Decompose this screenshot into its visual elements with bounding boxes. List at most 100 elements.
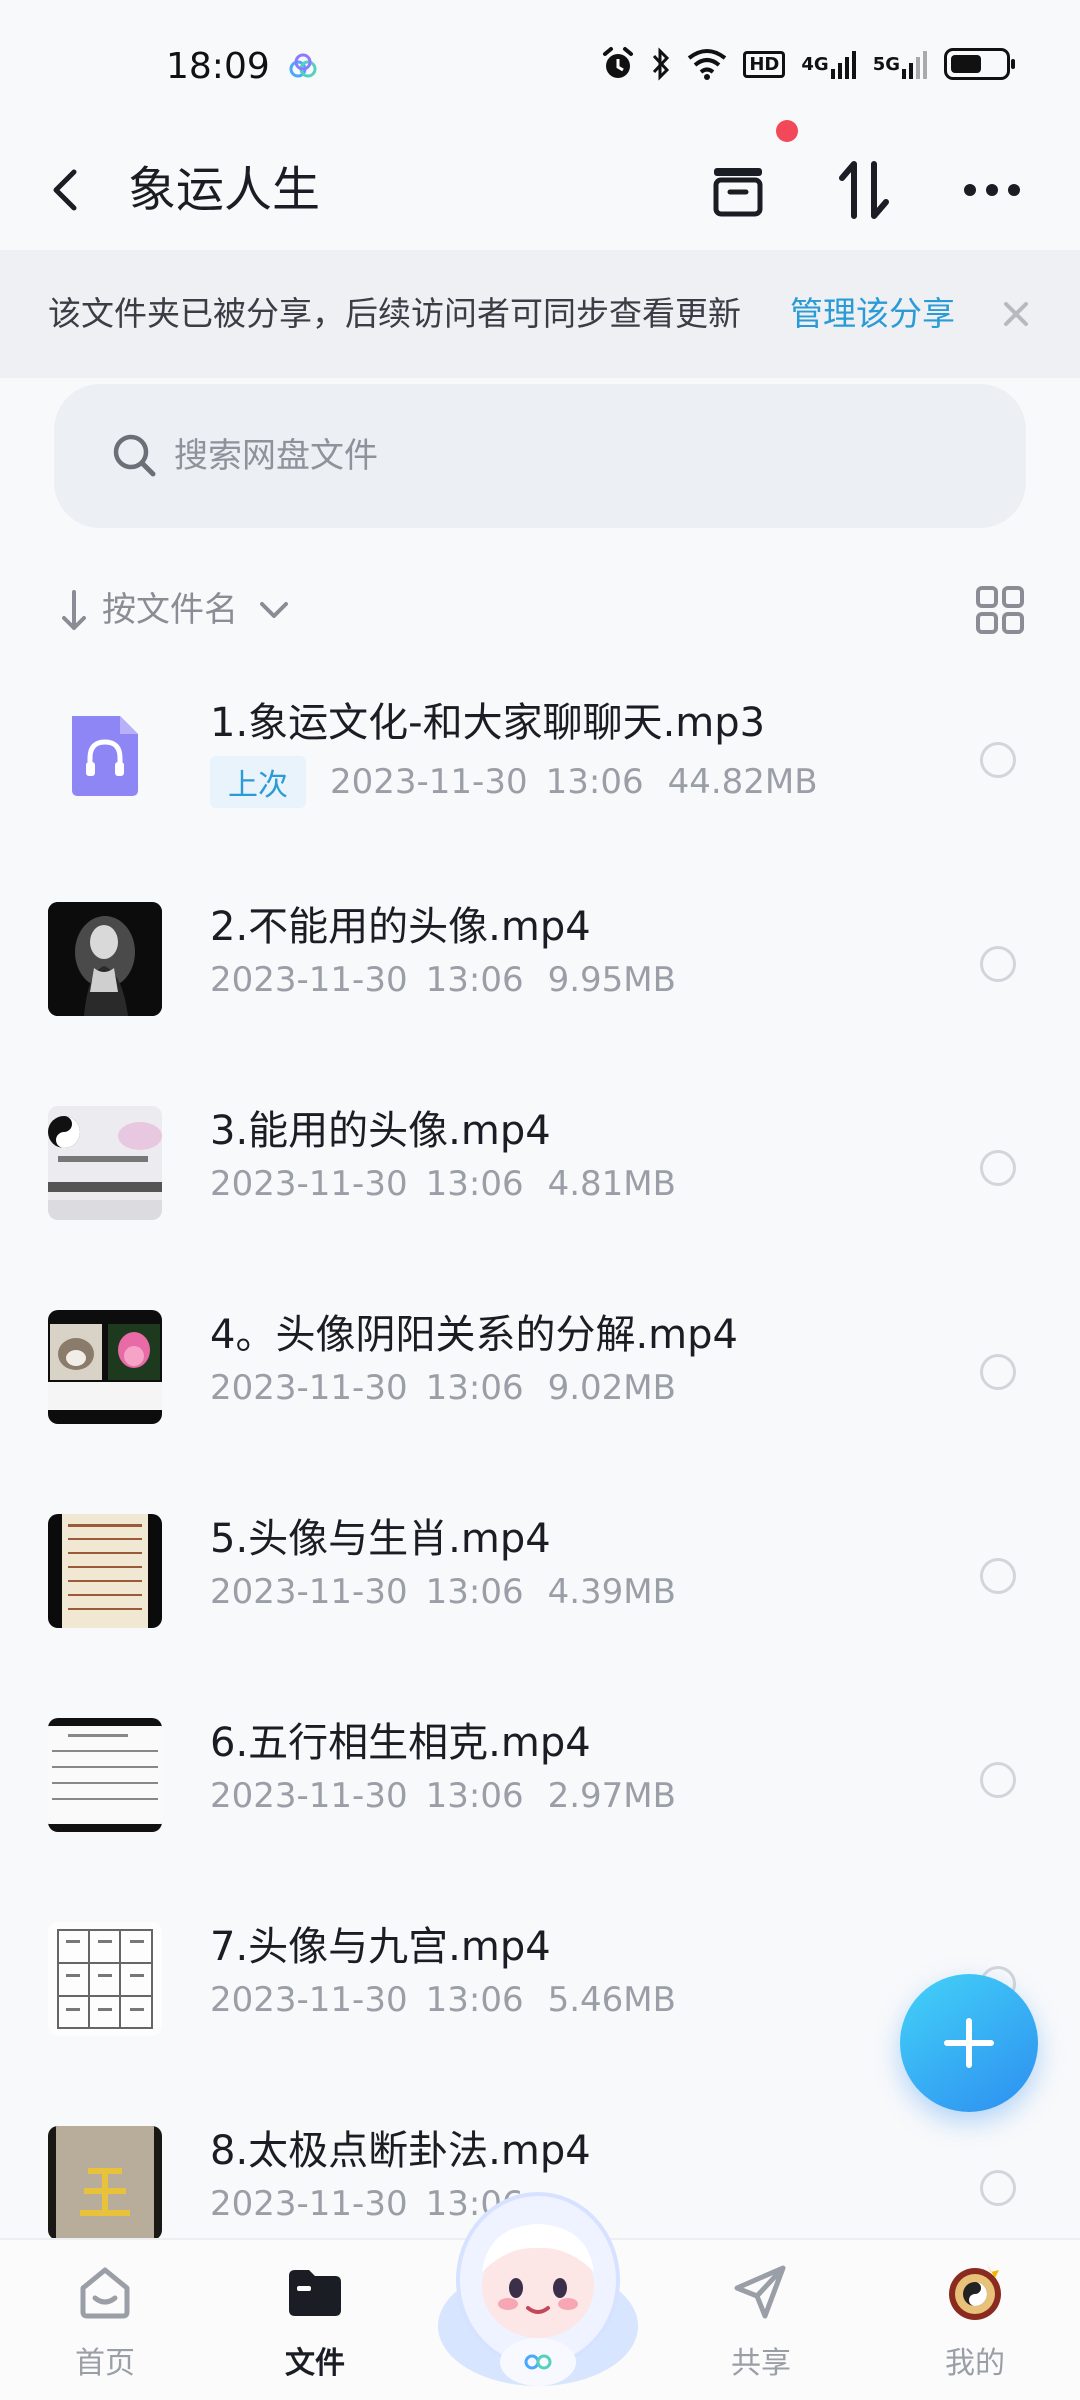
file-date: 2023-11-30: [210, 1980, 408, 2020]
file-size: 5.46MB: [547, 1980, 676, 2020]
nav-home-label: 首页: [75, 2346, 135, 2381]
taiji-video-thumb: [48, 1106, 162, 1220]
wuxing-table-video-thumb: [48, 1718, 162, 1832]
sort-row: 按文件名: [54, 574, 1026, 646]
home-smile-icon: [80, 2267, 130, 2319]
folder-icon: [289, 2270, 341, 2316]
archive-button[interactable]: [696, 148, 780, 232]
file-size: 9.95MB: [547, 960, 676, 1000]
file-meta: 2023-11-30 13:06 9.95MB: [210, 960, 676, 1000]
file-name: 5.头像与生肖.mp4: [210, 1516, 551, 1562]
file-size: 9.02MB: [547, 1368, 676, 1408]
last-opened-badge: 上次: [210, 756, 306, 808]
page-title: 象运人生: [128, 162, 321, 218]
nav-share[interactable]: 共享: [696, 2258, 826, 2398]
file-meta: 上次 2023-11-30 13:06 44.82MB: [210, 756, 818, 808]
chevron-left-icon: [53, 169, 77, 211]
back-button[interactable]: [50, 152, 110, 228]
chevron-down-icon: [260, 602, 288, 618]
title-bar: 象运人生: [0, 120, 1080, 250]
file-row[interactable]: 2.不能用的头像.mp4 2023-11-30 13:06 9.95MB: [0, 864, 1080, 1068]
notification-dot: [776, 120, 798, 142]
nav-mine[interactable]: 我的: [910, 2258, 1040, 2398]
search-input[interactable]: 搜索网盘文件: [54, 384, 1026, 528]
search-icon: [113, 434, 156, 477]
select-checkbox[interactable]: [980, 2170, 1016, 2206]
add-button[interactable]: [900, 1974, 1038, 2112]
file-date: 2023-11-30: [330, 762, 528, 802]
file-meta: 2023-11-30 13:06 4.81MB: [210, 1164, 676, 1204]
select-checkbox[interactable]: [980, 1558, 1016, 1594]
transfer-button[interactable]: [822, 148, 906, 232]
file-time: 13:06: [425, 1164, 524, 1204]
file-name: 3.能用的头像.mp4: [210, 1108, 551, 1154]
sort-label: 按文件名: [102, 590, 238, 630]
file-size: 44.82MB: [667, 762, 818, 802]
share-banner: 该文件夹已被分享，后续访问者可同步查看更新 管理该分享: [0, 250, 1080, 378]
file-time: 13:06: [545, 762, 644, 802]
file-meta: 2023-11-30 13:06 2.97MB: [210, 1776, 676, 1816]
select-checkbox[interactable]: [980, 1762, 1016, 1798]
cat-lotus-video-thumb: [48, 1310, 162, 1424]
transfer-arrows-icon: [839, 161, 889, 219]
file-meta: 2023-11-30 13:06 4.39MB: [210, 1572, 676, 1612]
file-name: 1.象运文化-和大家聊聊天.mp3: [210, 700, 766, 746]
grid-view-icon[interactable]: [974, 584, 1026, 636]
nav-files[interactable]: 文件: [250, 2258, 380, 2398]
status-time: 18:09: [166, 46, 270, 87]
search-placeholder: 搜索网盘文件: [174, 436, 378, 476]
file-date: 2023-11-30: [210, 1776, 408, 1816]
avatar: [949, 2264, 1001, 2320]
more-button[interactable]: [950, 148, 1034, 232]
sort-dropdown[interactable]: 按文件名: [54, 574, 314, 646]
file-time: 13:06: [425, 960, 524, 1000]
share-banner-text: 该文件夹已被分享，后续访问者可同步查看更新: [48, 294, 741, 333]
file-meta: 2023-11-30 13:06 9.02MB: [210, 1368, 676, 1408]
file-row[interactable]: 3.能用的头像.mp4 2023-11-30 13:06 4.81MB: [0, 1068, 1080, 1272]
nav-home[interactable]: 首页: [40, 2258, 170, 2398]
portrait-video-thumb: [48, 902, 162, 1016]
select-checkbox[interactable]: [980, 1354, 1016, 1390]
file-time: 13:06: [425, 1776, 524, 1816]
file-row[interactable]: 6.五行相生相克.mp4 2023-11-30 13:06 2.97MB: [0, 1680, 1080, 1884]
file-date: 2023-11-30: [210, 1368, 408, 1408]
file-size: 4.81MB: [547, 1164, 676, 1204]
hd-indicator: HD: [743, 46, 786, 82]
sort-arrow-icon: [62, 590, 86, 630]
close-icon[interactable]: [996, 294, 1036, 334]
archive-box-icon: [713, 168, 763, 217]
file-row[interactable]: 1.象运文化-和大家聊聊天.mp3 上次 2023-11-30 13:06 44…: [0, 660, 1080, 864]
manage-share-link[interactable]: 管理该分享: [790, 250, 955, 378]
zodiac-table-video-thumb: [48, 1514, 162, 1628]
signal-4g-icon: 4G: [801, 46, 856, 82]
file-row[interactable]: 5.头像与生肖.mp4 2023-11-30 13:06 4.39MB: [0, 1476, 1080, 1680]
plus-icon: [944, 2018, 994, 2068]
select-checkbox[interactable]: [980, 1150, 1016, 1186]
file-name: 4。头像阴阳关系的分解.mp4: [210, 1312, 738, 1358]
signal-5g-icon: 5G: [873, 46, 928, 82]
jiugong-grid-video-thumb: [48, 1922, 162, 2036]
mascot-assistant-button[interactable]: [428, 2176, 648, 2400]
file-time: 13:06: [425, 1980, 524, 2020]
taiji-gua-video-thumb: [48, 2126, 162, 2240]
file-name: 2.不能用的头像.mp4: [210, 904, 591, 950]
select-checkbox[interactable]: [980, 946, 1016, 982]
file-name: 6.五行相生相克.mp4: [210, 1720, 591, 1766]
file-date: 2023-11-30: [210, 1164, 408, 1204]
more-dots-icon: [964, 184, 1020, 196]
select-checkbox[interactable]: [980, 742, 1016, 778]
battery-icon: [944, 48, 1015, 80]
status-bar: 18:09 HD 4G 5G: [0, 0, 1080, 130]
nav-share-label: 共享: [731, 2346, 791, 2381]
file-row[interactable]: 4。头像阴阳关系的分解.mp4 2023-11-30 13:06 9.02MB: [0, 1272, 1080, 1476]
file-time: 13:06: [425, 1368, 524, 1408]
file-name: 8.太极点断卦法.mp4: [210, 2128, 591, 2174]
audio-file-icon: [48, 698, 162, 812]
file-date: 2023-11-30: [210, 2184, 408, 2224]
file-size: 4.39MB: [547, 1572, 676, 1612]
file-date: 2023-11-30: [210, 960, 408, 1000]
cloud-app-icon: [289, 53, 317, 78]
file-time: 13:06: [425, 1572, 524, 1612]
nav-mine-label: 我的: [945, 2346, 1005, 2381]
bluetooth-icon: [653, 47, 670, 81]
